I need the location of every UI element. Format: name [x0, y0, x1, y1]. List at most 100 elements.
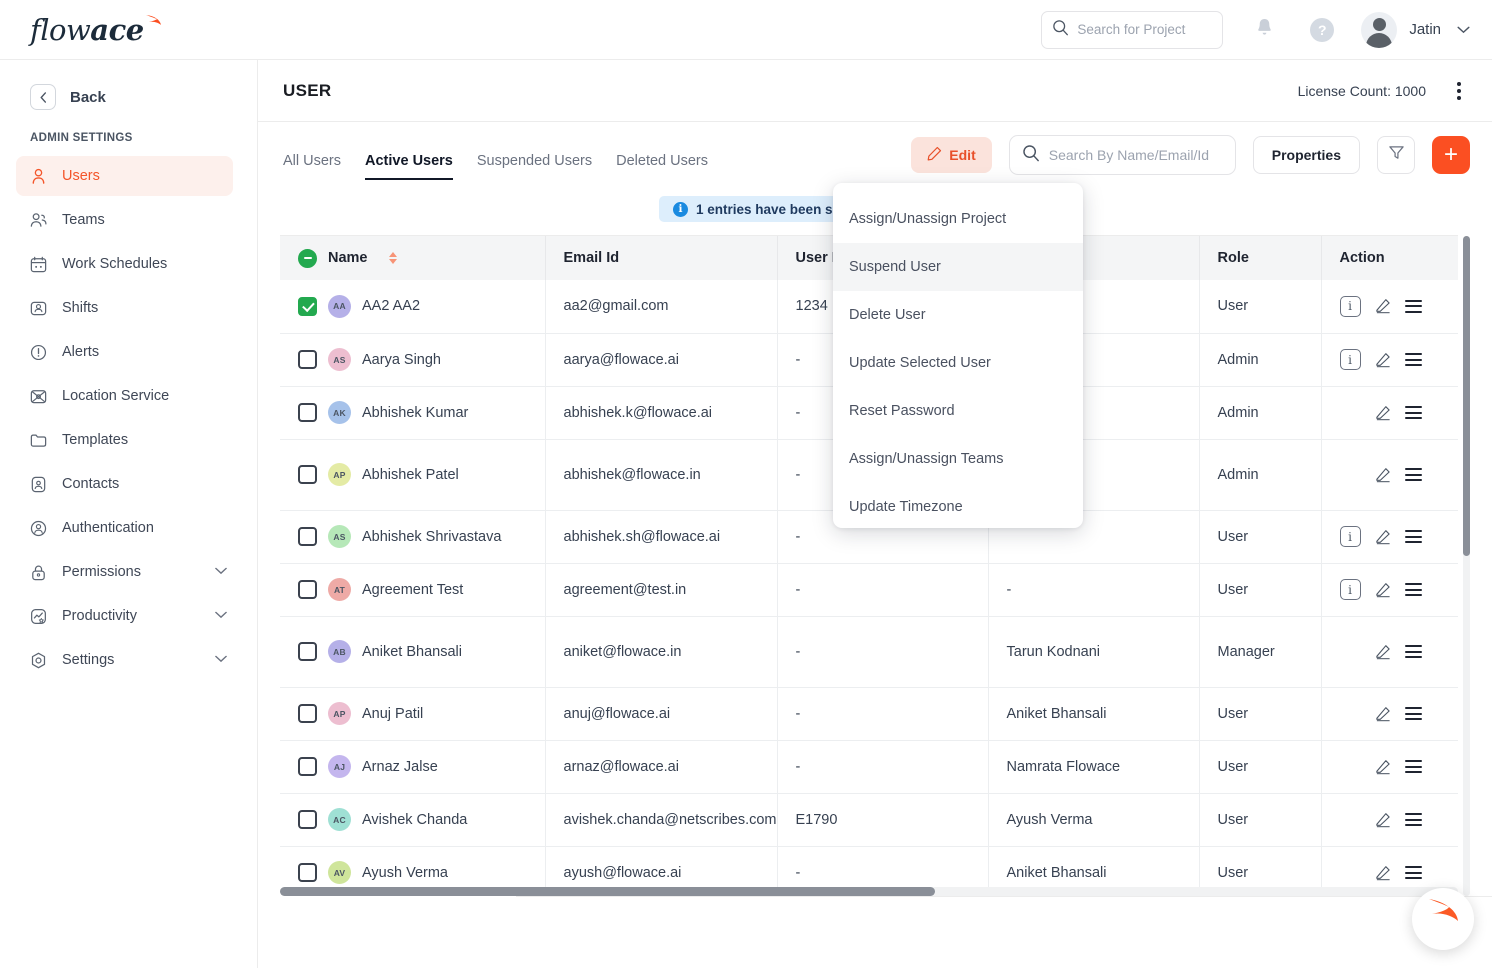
row-menu-icon[interactable] — [1404, 583, 1422, 596]
edit-pencil-icon[interactable] — [1375, 467, 1391, 483]
notifications-button[interactable] — [1247, 13, 1281, 47]
search-icon — [1022, 144, 1040, 167]
more-options-button[interactable] — [1448, 78, 1470, 104]
row-select-checkbox[interactable] — [298, 296, 317, 316]
sidebar-item-settings[interactable]: Settings — [16, 640, 233, 680]
info-icon[interactable]: i — [1339, 349, 1361, 370]
select-all-checkbox[interactable] — [298, 248, 317, 268]
edit-pencil-icon[interactable] — [1375, 298, 1391, 314]
row-menu-icon[interactable] — [1404, 406, 1422, 419]
edit-pencil-icon[interactable] — [1375, 405, 1391, 421]
sidebar-item-work-schedules[interactable]: Work Schedules — [16, 244, 233, 284]
edit-pencil-icon[interactable] — [1375, 759, 1391, 775]
row-select-checkbox[interactable] — [298, 642, 317, 661]
sidebar-item-permissions[interactable]: Permissions — [16, 552, 233, 592]
info-icon[interactable]: i — [1339, 579, 1361, 600]
user-name-label: Arnaz Jalse — [362, 758, 438, 775]
table-row[interactable]: AT Agreement Test agreement@test.in - - User i — [280, 563, 1458, 617]
edit-button[interactable]: Edit — [911, 137, 992, 173]
sidebar-item-authentication[interactable]: Authentication — [16, 508, 233, 548]
project-search-box[interactable] — [1041, 10, 1224, 49]
row-select-checkbox[interactable] — [298, 350, 317, 369]
sidebar-item-templates[interactable]: Templates — [16, 420, 233, 460]
column-header-name[interactable]: Name — [280, 236, 546, 280]
table-vertical-scrollbar-thumb[interactable] — [1463, 236, 1470, 556]
add-user-button[interactable]: + — [1432, 136, 1470, 174]
dropdown-item-delete-user[interactable]: Delete User — [833, 291, 1083, 339]
user-search-input[interactable] — [1048, 147, 1219, 163]
row-select-checkbox[interactable] — [298, 580, 317, 599]
chevron-down-icon[interactable] — [215, 654, 227, 666]
chat-support-button[interactable] — [1412, 888, 1474, 950]
edit-pencil-icon[interactable] — [1375, 706, 1391, 722]
dropdown-item-assign-unassign-teams[interactable]: Assign/Unassign Teams — [833, 435, 1083, 483]
sidebar-item-contacts[interactable]: Contacts — [16, 464, 233, 504]
table-row[interactable]: AJ Arnaz Jalse arnaz@flowace.ai - Namrata Fl… — [280, 740, 1458, 794]
row-menu-icon[interactable] — [1404, 468, 1422, 481]
edit-pencil-icon[interactable] — [1375, 529, 1391, 545]
dropdown-item-suspend-user[interactable]: Suspend User — [833, 243, 1083, 291]
row-select-checkbox[interactable] — [298, 527, 317, 546]
row-menu-icon[interactable] — [1404, 299, 1422, 313]
edit-pencil-icon[interactable] — [1375, 352, 1391, 368]
chevron-down-icon[interactable] — [215, 610, 227, 622]
sidebar-item-teams[interactable]: Teams — [16, 200, 233, 240]
info-icon[interactable]: i — [1339, 295, 1361, 317]
menu-line-1 — [1404, 760, 1422, 762]
cell-email: aarya@flowace.ai — [545, 333, 778, 387]
dropdown-item-reset-password[interactable]: Reset Password — [833, 387, 1083, 435]
project-search-input[interactable] — [1077, 22, 1208, 37]
row-menu-icon[interactable] — [1404, 866, 1422, 879]
info-icon[interactable]: i — [1339, 526, 1361, 547]
menu-line-2 — [1404, 305, 1422, 308]
back-button[interactable]: Back — [0, 60, 257, 110]
table-row[interactable]: AB Aniket Bhansali aniket@flowace.in - Tarun… — [280, 616, 1458, 688]
dropdown-item-update-timezone[interactable]: Update Timezone — [833, 483, 1083, 531]
row-menu-icon[interactable] — [1404, 707, 1422, 720]
edit-pencil-icon[interactable] — [1375, 644, 1391, 660]
row-select-checkbox[interactable] — [298, 863, 317, 882]
table-row[interactable]: AP Anuj Patil anuj@flowace.ai - Aniket Bhans… — [280, 687, 1458, 741]
user-search-box[interactable] — [1008, 135, 1236, 175]
table-row[interactable]: AC Avishek Chanda avishek.chanda@netscribe… — [280, 793, 1458, 847]
properties-button[interactable]: Properties — [1252, 136, 1360, 174]
row-select-checkbox[interactable] — [298, 757, 317, 776]
sidebar-item-label: Productivity — [62, 608, 137, 624]
help-button[interactable]: ? — [1305, 13, 1339, 47]
dropdown-item-update-selected-user[interactable]: Update Selected User — [833, 339, 1083, 387]
sidebar-item-shifts[interactable]: Shifts — [16, 288, 233, 328]
avatar[interactable] — [1361, 11, 1398, 48]
row-select-checkbox[interactable] — [298, 704, 317, 723]
row-select-checkbox[interactable] — [298, 403, 317, 422]
chevron-down-icon[interactable] — [1457, 22, 1470, 37]
row-menu-icon[interactable] — [1404, 813, 1422, 826]
tab-deleted-users[interactable]: Deleted Users — [616, 153, 708, 180]
column-header-email[interactable]: Email Id — [545, 236, 778, 280]
sidebar-item-productivity[interactable]: Productivity — [16, 596, 233, 636]
flowace-logo[interactable]: flow ace — [30, 13, 162, 47]
tab-all-users[interactable]: All Users — [283, 153, 341, 180]
edit-pencil-icon[interactable] — [1375, 812, 1391, 828]
sidebar-item-users[interactable]: Users — [16, 156, 233, 196]
sort-toggle-icon[interactable] — [388, 252, 397, 264]
column-header-action[interactable]: Action — [1321, 236, 1458, 280]
tab-suspended-users[interactable]: Suspended Users — [477, 153, 592, 180]
table-horizontal-scrollbar-thumb[interactable] — [280, 887, 935, 896]
sidebar-item-label: Alerts — [62, 344, 100, 360]
edit-pencil-icon[interactable] — [1375, 865, 1391, 881]
filter-button[interactable] — [1377, 136, 1415, 174]
row-menu-icon[interactable] — [1404, 353, 1422, 366]
tab-active-users[interactable]: Active Users — [365, 153, 453, 180]
row-menu-icon[interactable] — [1404, 645, 1422, 658]
edit-pencil-icon[interactable] — [1375, 582, 1391, 598]
row-select-checkbox[interactable] — [298, 465, 317, 484]
row-select-checkbox[interactable] — [298, 810, 317, 829]
sidebar-item-alerts[interactable]: Alerts — [16, 332, 233, 372]
column-header-role[interactable]: Role — [1199, 236, 1322, 280]
dropdown-item-assign-unassign-project[interactable]: Assign/Unassign Project — [833, 195, 1083, 243]
row-menu-icon[interactable] — [1404, 760, 1422, 773]
sidebar-item-location-service[interactable]: Location Service — [16, 376, 233, 416]
row-menu-icon[interactable] — [1404, 530, 1422, 543]
sidebar-item-label: Templates — [62, 432, 129, 448]
chevron-down-icon[interactable] — [215, 566, 227, 578]
